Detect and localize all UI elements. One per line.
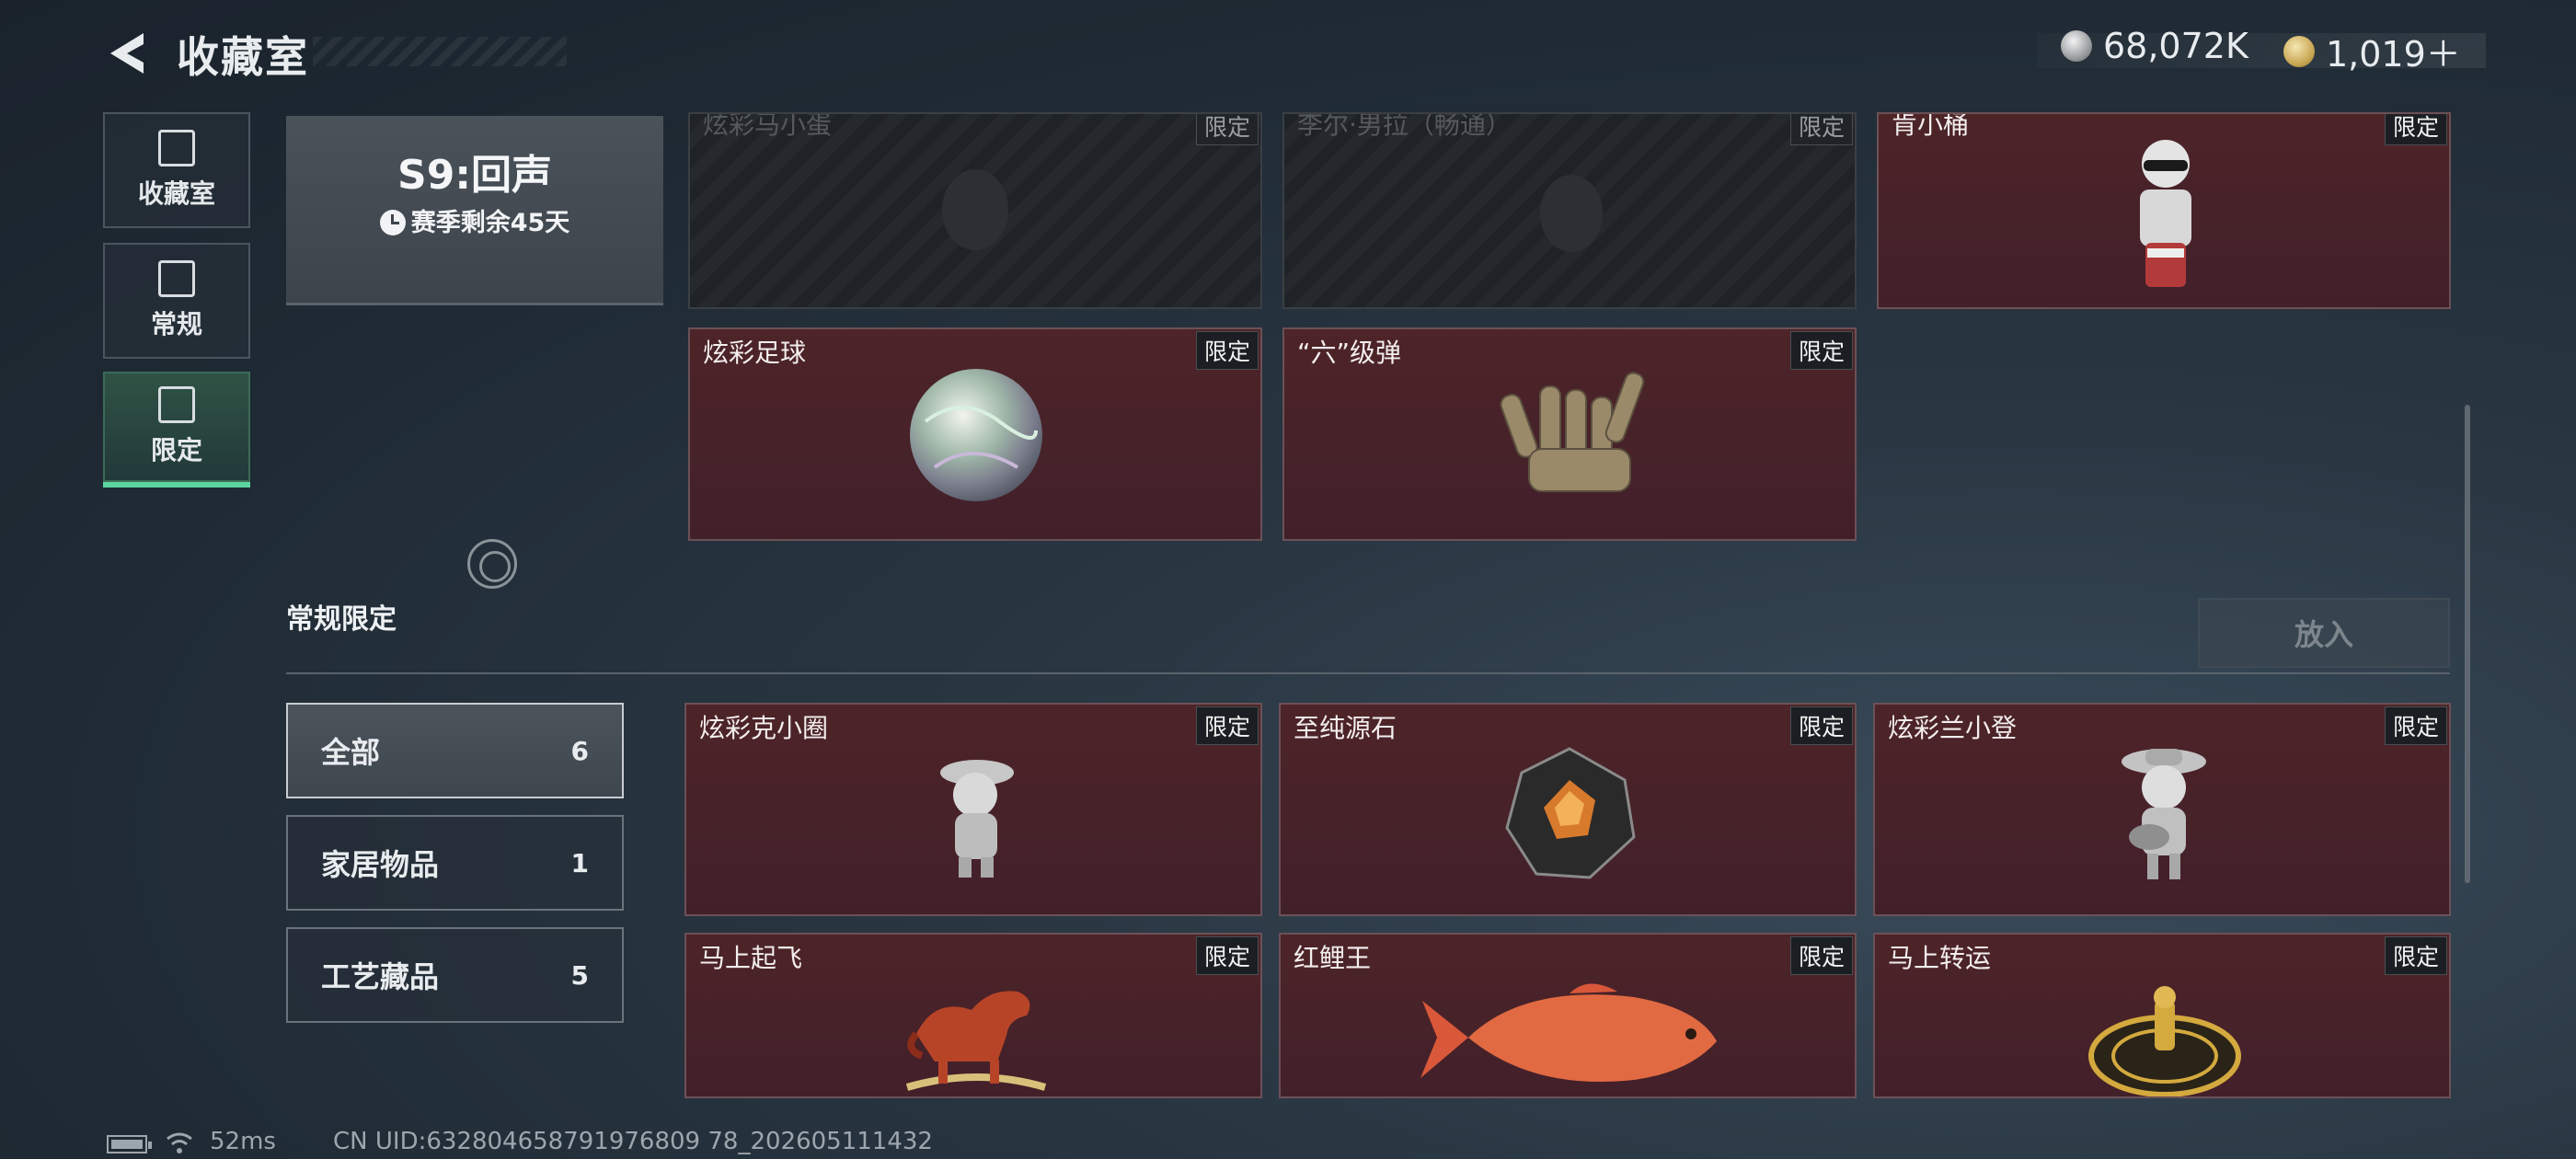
- bucket-figure-icon: [2140, 140, 2191, 287]
- season-remaining-text: 赛季剩余45天: [410, 209, 570, 237]
- limited-badge: 限定: [2384, 706, 2447, 745]
- filter-count: 5: [570, 959, 589, 991]
- nav-item-regular[interactable]: 常规: [103, 243, 250, 359]
- ping-readout: 52ms: [210, 1128, 276, 1155]
- limited-badge: 限定: [2384, 936, 2447, 975]
- limited-badge: 限定: [1789, 114, 1853, 145]
- collection-room-icon: [158, 130, 195, 166]
- card-name: 至纯源石: [1294, 713, 1397, 743]
- bullet-hand-icon: [1500, 372, 1645, 492]
- nav-item-label: 限定: [150, 435, 202, 465]
- regular-icon: [158, 260, 195, 297]
- card-name: “六”级弹: [1297, 338, 1402, 368]
- card-name: 马上转运: [1888, 943, 1992, 973]
- filter-crafts[interactable]: 工艺藏品 5: [286, 927, 624, 1023]
- nav-item-limited[interactable]: 限定: [103, 372, 250, 488]
- card-name: 红鲤王: [1294, 943, 1372, 973]
- originium-crystal-icon: [1505, 747, 1636, 879]
- card-name: 炫彩兰小登: [1888, 713, 2018, 743]
- limited-badge: 限定: [1195, 936, 1259, 975]
- rocking-horse-icon: [905, 991, 1047, 1091]
- limited-badge: 限定: [1195, 706, 1259, 745]
- uid-readout: CN UID:632804658791976809 78_20260511143…: [333, 1128, 933, 1155]
- limited-icon: [158, 386, 195, 423]
- filter-all[interactable]: 全部 6: [286, 703, 624, 798]
- limited-badge: 限定: [1789, 331, 1853, 370]
- filter-label: 全部: [321, 735, 381, 770]
- collectible-card[interactable]: 炫彩马小蛋 限定: [688, 112, 1262, 309]
- season-remaining: 赛季剩余45天: [286, 202, 663, 238]
- back-arrow-icon[interactable]: [103, 29, 155, 77]
- limited-badge: 限定: [2384, 114, 2447, 145]
- collectible-card[interactable]: 至纯源石 限定: [1279, 703, 1857, 916]
- card-name: 马上起飞: [699, 943, 803, 973]
- collectible-card[interactable]: 炫彩兰小登 限定: [1873, 703, 2451, 916]
- collectible-card[interactable]: 红鲤王 限定: [1279, 933, 1857, 1098]
- collectible-card[interactable]: 李尔·男拉（畅通） 限定: [1282, 112, 1857, 309]
- card-name: 炫彩足球: [703, 338, 807, 368]
- limited-badge: 限定: [1195, 114, 1259, 145]
- card-name: 炫彩马小蛋: [703, 112, 833, 140]
- nav-item-collection-room[interactable]: 收藏室: [103, 112, 250, 228]
- limited-badge: 限定: [1195, 331, 1259, 370]
- battery-icon: [107, 1135, 152, 1153]
- section-divider: [286, 672, 2450, 674]
- nav-item-label: 常规: [150, 309, 202, 339]
- collectible-card[interactable]: 肯小桶 限定: [1877, 112, 2451, 309]
- collectible-card[interactable]: 炫彩足球 限定: [688, 327, 1262, 541]
- collectible-card[interactable]: 炫彩克小圈 限定: [684, 703, 1262, 916]
- clock-icon: [379, 210, 406, 235]
- season-title: S9:回声: [397, 152, 552, 199]
- title-decoration: [313, 37, 567, 66]
- collectible-card[interactable]: 马上转运 限定: [1873, 933, 2451, 1098]
- card-name: 炫彩克小圈: [699, 713, 829, 743]
- filter-count: 6: [570, 735, 589, 766]
- scrollbar[interactable]: [2465, 405, 2470, 883]
- gold-currency[interactable]: 1,019＋: [2283, 26, 2461, 76]
- locked-silhouette-icon: [1540, 175, 1603, 252]
- wifi-icon: [167, 1132, 192, 1153]
- gold-currency-value: 1,019＋: [2326, 34, 2461, 75]
- filter-count: 1: [570, 847, 589, 878]
- silver-figure-icon: [940, 760, 1014, 878]
- section-title: 常规限定: [286, 603, 397, 636]
- gold-coin-icon: [2283, 35, 2315, 67]
- iridescent-football-icon: [910, 369, 1042, 501]
- limited-badge: 限定: [1789, 936, 1853, 975]
- silver-currency-value: 68,072K: [2103, 26, 2248, 66]
- collectible-card[interactable]: “六”级弹 限定: [1282, 327, 1857, 541]
- silver-currency: 68,072K: [2061, 26, 2248, 66]
- place-button[interactable]: 放入: [2198, 598, 2450, 668]
- silver-coin-icon: [2061, 30, 2092, 62]
- red-carp-icon: [1420, 983, 1717, 1083]
- locked-silhouette-icon: [942, 169, 1008, 250]
- fortune-wheel-icon: [2088, 986, 2241, 1096]
- reset-view-icon[interactable]: [467, 539, 517, 589]
- card-name: 李尔·男拉（畅通）: [1297, 112, 1512, 140]
- filter-home-items[interactable]: 家居物品 1: [286, 815, 624, 911]
- card-name: 肯小桶: [1892, 112, 1970, 140]
- collectible-card[interactable]: 马上起飞 限定: [684, 933, 1262, 1098]
- filter-label: 工艺藏品: [321, 959, 440, 994]
- nav-item-label: 收藏室: [137, 178, 215, 209]
- sombrero-figure-icon: [2122, 749, 2206, 879]
- page-title: 收藏室: [177, 32, 309, 82]
- filter-label: 家居物品: [321, 847, 440, 882]
- limited-badge: 限定: [1789, 706, 1853, 745]
